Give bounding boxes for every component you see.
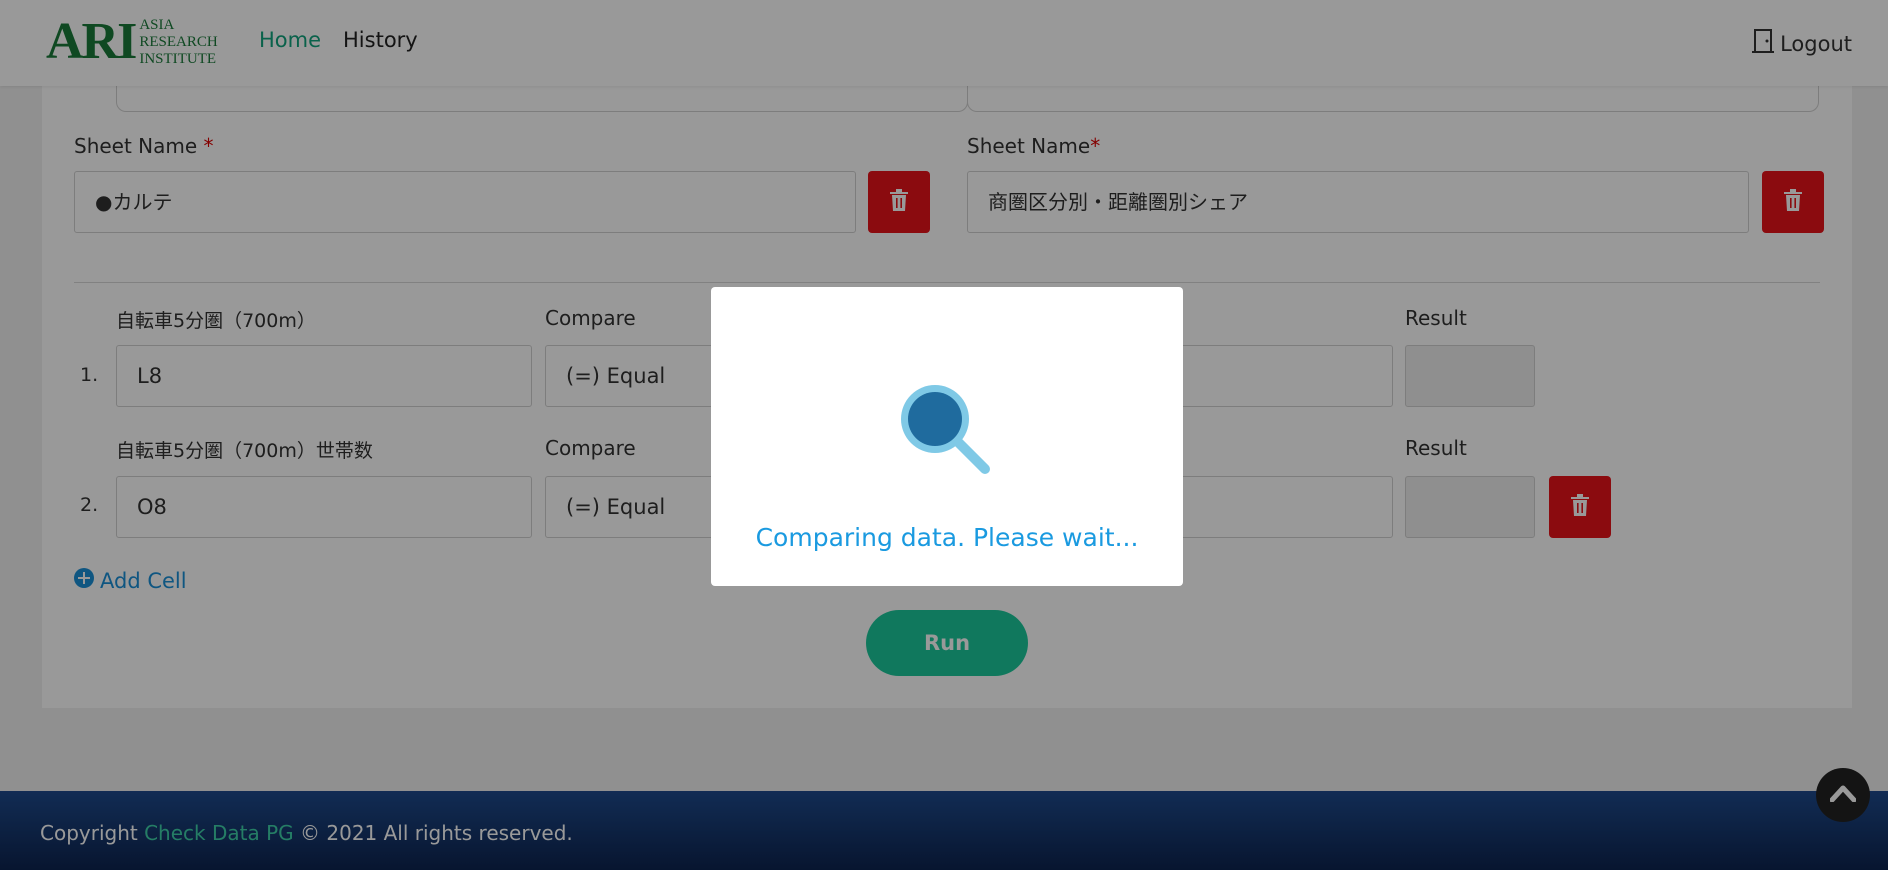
loading-message: Comparing data. Please wait...	[755, 523, 1139, 552]
loading-modal: Comparing data. Please wait...	[711, 287, 1183, 586]
magnifier-icon	[897, 381, 997, 485]
